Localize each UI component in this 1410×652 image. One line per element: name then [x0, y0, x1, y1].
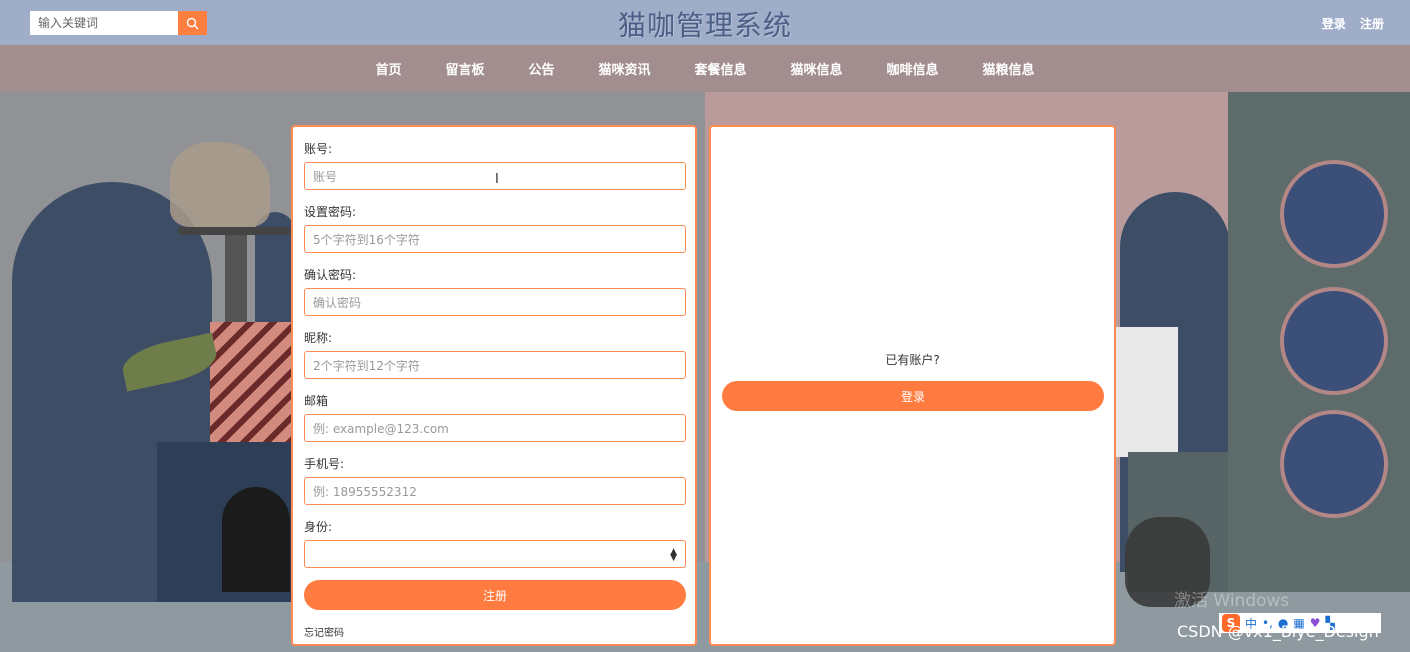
round-window [1280, 160, 1388, 268]
register-submit-button[interactable]: 注册 [304, 580, 686, 610]
confirm-password-placeholder: 确认密码 [313, 295, 362, 310]
nav-item-cat-news[interactable]: 猫咪资讯 [576, 59, 672, 78]
password-input[interactable]: 5个字符到16个字符 [304, 225, 686, 253]
cat-figure [170, 142, 270, 227]
nav-item-cat-info[interactable]: 猫咪信息 [769, 59, 865, 78]
nav-item-message-board[interactable]: 留言板 [423, 59, 506, 78]
role-label: 身份: [304, 520, 333, 534]
forgot-password-link[interactable]: 忘记密码 [304, 624, 344, 639]
password-label: 设置密码: [304, 205, 357, 219]
nickname-input[interactable]: 2个字符到12个字符 [304, 351, 686, 379]
striped-box [210, 322, 295, 452]
nav-item-announcement[interactable]: 公告 [506, 59, 576, 78]
nav-item-coffee-info[interactable]: 咖啡信息 [865, 59, 961, 78]
text-cursor-icon: I [495, 172, 499, 187]
background-scene [0, 92, 1410, 652]
register-form: 账号: 账号 设置密码: 5个字符到16个字符 确认密码: 确认密码 昵称: 2… [291, 125, 697, 646]
email-input[interactable]: 例: example@123.com [304, 414, 686, 442]
cat-tree-platform [178, 227, 290, 235]
role-select[interactable]: ▲ ▼ [304, 540, 686, 568]
select-arrows-icon: ▲ ▼ [670, 547, 677, 563]
login-button[interactable]: 登录 [722, 381, 1104, 411]
have-account-text: 已有账户? [885, 353, 940, 367]
round-window [1280, 410, 1388, 518]
password-placeholder: 5个字符到16个字符 [313, 232, 420, 247]
account-placeholder: 账号 [313, 169, 338, 184]
email-label: 邮箱 [304, 394, 329, 408]
login-panel: 已有账户? 登录 [709, 125, 1116, 646]
email-placeholder: 例: example@123.com [313, 421, 449, 436]
phone-input[interactable]: 例: 18955552312 [304, 477, 686, 505]
nav-item-cat-food[interactable]: 猫粮信息 [961, 59, 1057, 78]
main-nav: 首页 留言板 公告 猫咪资讯 套餐信息 猫咪信息 咖啡信息 猫粮信息 [0, 45, 1410, 92]
auth-links: 登录 注册 [1312, 15, 1384, 32]
nickname-placeholder: 2个字符到12个字符 [313, 358, 420, 373]
register-link[interactable]: 注册 [1360, 17, 1384, 31]
round-window [1280, 287, 1388, 395]
phone-label: 手机号: [304, 457, 345, 471]
confirm-password-input[interactable]: 确认密码 [304, 288, 686, 316]
windows-activation-watermark: 激活 Windows [1174, 591, 1290, 611]
confirm-password-label: 确认密码: [304, 268, 357, 282]
white-box [1116, 327, 1178, 457]
phone-placeholder: 例: 18955552312 [313, 484, 417, 499]
nav-item-home[interactable]: 首页 [353, 59, 423, 78]
top-header: 猫咖管理系统 登录 注册 [0, 0, 1410, 45]
nickname-label: 昵称: [304, 331, 333, 345]
box-hole [222, 487, 290, 592]
csdn-watermark: CSDN @vx1_Biye_Design [1177, 622, 1379, 641]
account-label: 账号: [304, 142, 333, 156]
nav-item-package[interactable]: 套餐信息 [673, 59, 769, 78]
cat-tree-post [225, 232, 247, 332]
login-link[interactable]: 登录 [1322, 17, 1346, 31]
site-title: 猫咖管理系统 [617, 9, 792, 42]
